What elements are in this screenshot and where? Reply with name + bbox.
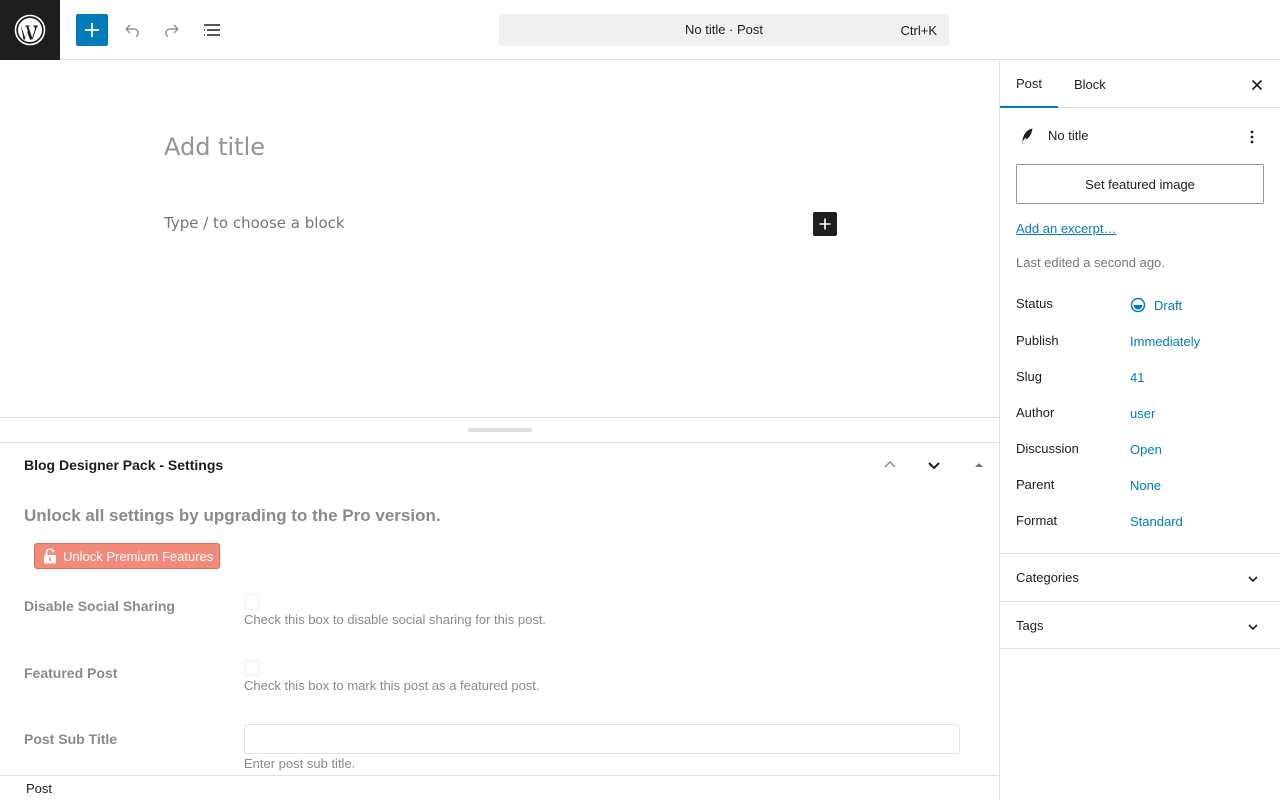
move-down-button[interactable] bbox=[922, 453, 946, 477]
plus-icon bbox=[819, 218, 831, 230]
meta-row-status: Status Draft bbox=[1016, 296, 1264, 316]
sidebar-tabs: Post Block bbox=[1000, 61, 1280, 108]
chevron-down-icon bbox=[1241, 615, 1265, 639]
plus-icon bbox=[85, 23, 99, 37]
add-block-button[interactable] bbox=[813, 212, 837, 236]
editor-header: No title · Post Ctrl+K bbox=[0, 0, 1280, 60]
post-sub-title-input[interactable] bbox=[244, 724, 960, 754]
status-value-button[interactable]: Draft bbox=[1130, 297, 1182, 313]
meta-key: Author bbox=[1016, 405, 1055, 420]
lock-icon bbox=[44, 548, 56, 564]
draft-icon bbox=[1130, 297, 1146, 313]
meta-key: Format bbox=[1016, 513, 1058, 528]
resize-handle[interactable] bbox=[468, 428, 532, 432]
meta-key: Discussion bbox=[1016, 441, 1079, 456]
settings-sidebar: Post Block No title Set featured image A… bbox=[999, 61, 1280, 800]
slug-value-button[interactable]: 41 bbox=[1130, 370, 1144, 385]
meta-key: Slug bbox=[1016, 369, 1043, 384]
close-sidebar-button[interactable] bbox=[1245, 73, 1269, 97]
meta-key: Parent bbox=[1016, 477, 1055, 492]
keyboard-shortcut: Ctrl+K bbox=[900, 23, 937, 38]
undo-button[interactable] bbox=[116, 14, 148, 46]
more-vertical-icon bbox=[1250, 130, 1254, 144]
close-icon bbox=[1251, 79, 1263, 91]
document-title: No title · Post bbox=[684, 22, 764, 37]
field-label-featured-post: Featured Post bbox=[24, 665, 118, 681]
meta-row-format: Format Standard bbox=[1016, 513, 1264, 533]
panel-title: Tags bbox=[1016, 618, 1044, 633]
featured-post-checkbox[interactable] bbox=[244, 660, 260, 676]
set-featured-image-button[interactable]: Set featured image bbox=[1016, 164, 1264, 204]
post-actions-button[interactable] bbox=[1240, 125, 1264, 149]
field-label-post-sub-title: Post Sub Title bbox=[24, 731, 118, 747]
meta-row-parent: Parent None bbox=[1016, 477, 1264, 497]
wordpress-logo-button[interactable] bbox=[0, 0, 60, 60]
categories-panel-toggle[interactable]: Categories bbox=[1000, 553, 1280, 601]
metabox-panel: Blog Designer Pack - Settings Unlock all… bbox=[0, 443, 999, 775]
unlock-premium-button[interactable]: Unlock Premium Features bbox=[34, 543, 220, 569]
redo-button[interactable] bbox=[156, 14, 188, 46]
editor-canvas: Add title Type / to choose a block bbox=[0, 61, 999, 417]
block-breadcrumb-bar: Post bbox=[0, 775, 999, 800]
status-value: Draft bbox=[1154, 297, 1183, 313]
wordpress-logo-icon bbox=[14, 14, 46, 46]
block-inserter-button[interactable] bbox=[76, 14, 108, 46]
command-palette-bar[interactable]: No title · Post Ctrl+K bbox=[499, 14, 949, 46]
panel-title: Categories bbox=[1016, 570, 1079, 585]
chevron-up-icon bbox=[884, 460, 896, 468]
chevron-down-icon bbox=[928, 462, 940, 470]
caret-up-icon bbox=[975, 463, 983, 467]
unlock-premium-label: Unlock Premium Features bbox=[63, 548, 214, 564]
add-excerpt-link[interactable]: Add an excerpt… bbox=[1016, 221, 1116, 236]
field-desc-social-sharing: Check this box to disable social sharing… bbox=[244, 612, 547, 627]
meta-row-author: Author user bbox=[1016, 405, 1264, 425]
field-desc-featured-post: Check this box to mark this post as a fe… bbox=[244, 678, 540, 693]
meta-key: Publish bbox=[1016, 333, 1059, 348]
undo-icon bbox=[125, 24, 139, 38]
discussion-value-button[interactable]: Open bbox=[1130, 442, 1162, 457]
metabox-resize-bar bbox=[0, 417, 999, 443]
meta-row-slug: Slug 41 bbox=[1016, 369, 1264, 389]
publish-value-button[interactable]: Immediately bbox=[1130, 334, 1200, 349]
meta-row-discussion: Discussion Open bbox=[1016, 441, 1264, 461]
field-desc-post-sub-title: Enter post sub title. bbox=[244, 756, 356, 771]
post-title-input[interactable]: Add title bbox=[164, 133, 265, 161]
upgrade-heading: Unlock all settings by upgrading to the … bbox=[24, 506, 441, 525]
metabox-title: Blog Designer Pack - Settings bbox=[24, 457, 224, 473]
move-up-button[interactable] bbox=[878, 453, 902, 477]
field-label-social-sharing: Disable Social Sharing bbox=[24, 598, 175, 614]
parent-value-button[interactable]: None bbox=[1130, 478, 1161, 493]
tab-block[interactable]: Block bbox=[1058, 61, 1122, 108]
list-view-icon bbox=[204, 24, 220, 36]
last-edited-text: Last edited a second ago. bbox=[1016, 255, 1165, 270]
toggle-panel-button[interactable] bbox=[967, 453, 991, 477]
meta-row-publish: Publish Immediately bbox=[1016, 333, 1264, 353]
redo-icon bbox=[165, 24, 179, 38]
breadcrumb-item[interactable]: Post bbox=[26, 781, 52, 796]
tags-panel-toggle[interactable]: Tags bbox=[1000, 601, 1280, 649]
document-overview-button[interactable] bbox=[196, 14, 228, 46]
block-placeholder[interactable]: Type / to choose a block bbox=[164, 214, 345, 232]
feather-icon bbox=[1020, 128, 1033, 145]
chevron-down-icon bbox=[1241, 567, 1265, 591]
disable-social-sharing-checkbox[interactable] bbox=[244, 594, 260, 610]
author-value-button[interactable]: user bbox=[1130, 406, 1155, 421]
tab-post[interactable]: Post bbox=[1000, 61, 1059, 108]
format-value-button[interactable]: Standard bbox=[1130, 514, 1183, 529]
post-card-title: No title bbox=[1048, 128, 1089, 143]
meta-key: Status bbox=[1016, 296, 1053, 311]
